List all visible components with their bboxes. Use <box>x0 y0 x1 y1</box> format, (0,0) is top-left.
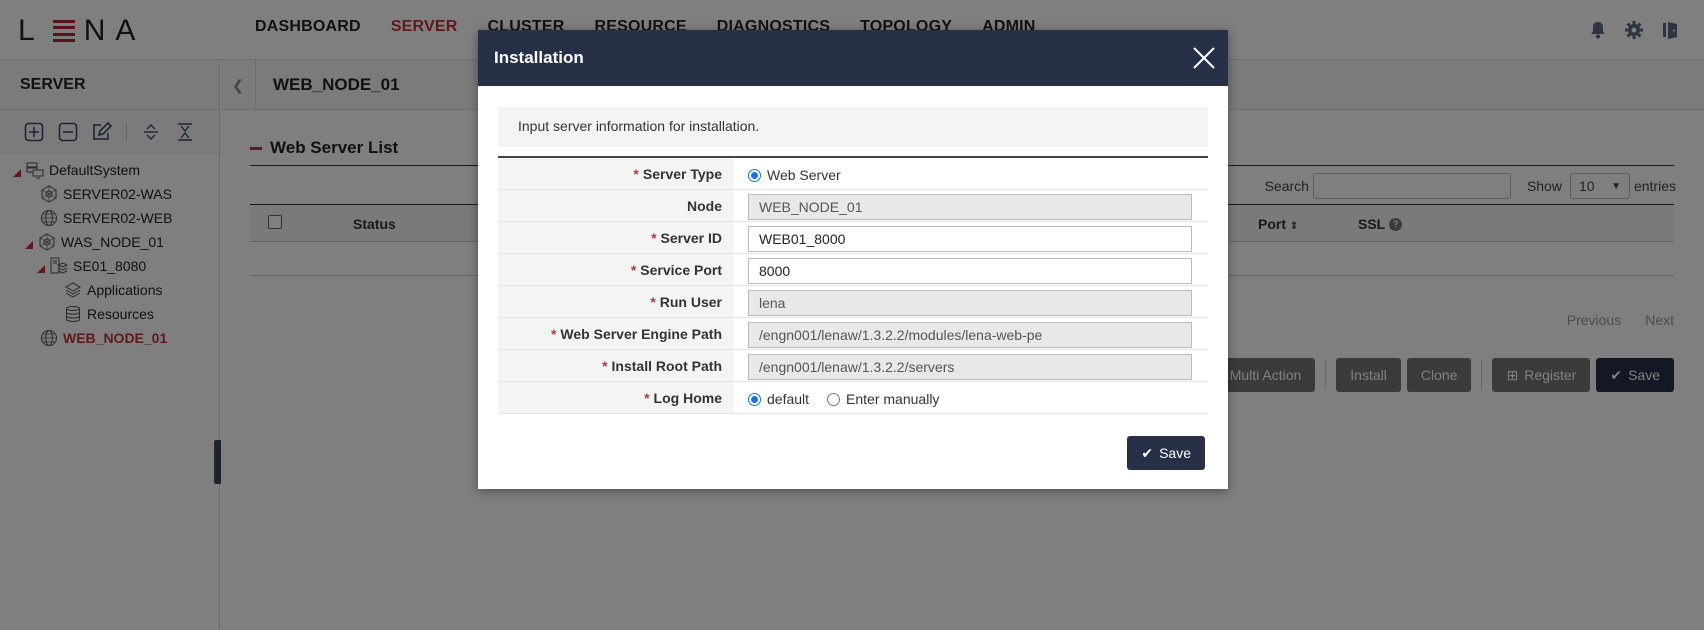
field-value: Web Server <box>734 158 1208 189</box>
server-type-radio-web[interactable]: Web Server <box>748 167 841 183</box>
form-row-server-id: * Server ID WEB01_8000 <box>498 222 1208 254</box>
form-row-engine-path: * Web Server Engine Path /engn001/lenaw/1… <box>498 318 1208 350</box>
field-value: /engn001/lenaw/1.3.2.2/modules/lena-web-… <box>734 318 1208 349</box>
log-home-radio-manual[interactable]: Enter manually <box>827 391 939 407</box>
field-value: WEB_NODE_01 <box>734 190 1208 221</box>
form-row-run-user: * Run User lena <box>498 286 1208 318</box>
field-value: /engn001/lenaw/1.3.2.2/servers <box>734 350 1208 381</box>
required-mark: * <box>651 230 657 246</box>
installation-modal: Installation Input server information fo… <box>478 30 1228 489</box>
field-value: WEB01_8000 <box>734 222 1208 253</box>
run-user-label: Run User <box>659 294 722 310</box>
required-mark: * <box>550 326 557 342</box>
form-row-log-home: * Log Home default Enter manually <box>498 382 1208 414</box>
server-id-input[interactable]: WEB01_8000 <box>748 226 1192 252</box>
radio-unselected-icon <box>827 392 841 406</box>
modal-save-button[interactable]: ✔ Save <box>1127 436 1205 470</box>
required-mark: * <box>630 262 637 278</box>
service-port-input[interactable]: 8000 <box>748 258 1192 284</box>
install-root-label: Install Root Path <box>611 358 722 374</box>
service-port-label: Service Port <box>640 262 722 278</box>
field-value: default Enter manually <box>734 382 1208 413</box>
radio-label: Web Server <box>767 167 841 183</box>
required-mark: * <box>633 166 639 182</box>
close-icon[interactable] <box>1192 46 1216 70</box>
server-id-label: Server ID <box>660 230 722 246</box>
modal-header: Installation <box>478 30 1228 86</box>
modal-notice: Input server information for installatio… <box>498 107 1208 147</box>
run-user-field: lena <box>748 290 1192 316</box>
modal-save-label: Save <box>1159 445 1191 461</box>
field-value: lena <box>734 286 1208 317</box>
field-label: * Server ID <box>498 222 734 253</box>
field-label: * Web Server Engine Path <box>498 318 734 349</box>
radio-selected-icon <box>748 392 761 406</box>
field-label: * Log Home <box>498 382 734 413</box>
node-label: Node <box>687 198 722 214</box>
radio-selected-icon <box>748 168 761 182</box>
required-mark: * <box>644 390 650 406</box>
required-mark: * <box>650 294 656 310</box>
form-row-node: Node WEB_NODE_01 <box>498 190 1208 222</box>
field-label: * Run User <box>498 286 734 317</box>
radio-label: Enter manually <box>846 391 940 407</box>
form-row-server-type: * Server Type Web Server <box>498 158 1208 190</box>
required-mark: * <box>602 358 608 374</box>
field-label: Node <box>498 190 734 221</box>
field-value: 8000 <box>734 254 1208 285</box>
install-root-field: /engn001/lenaw/1.3.2.2/servers <box>748 354 1192 380</box>
radio-label: default <box>767 391 810 407</box>
node-field: WEB_NODE_01 <box>748 194 1192 220</box>
field-label: * Server Type <box>498 158 734 189</box>
form-row-install-root: * Install Root Path /engn001/lenaw/1.3.2.… <box>498 350 1208 382</box>
field-label: * Service Port <box>498 254 734 285</box>
modal-title: Installation <box>494 48 584 67</box>
log-home-label: Log Home <box>653 390 722 406</box>
check-icon: ✔ <box>1141 444 1154 461</box>
server-type-label: Server Type <box>642 166 722 182</box>
engine-path-label: Web Server Engine Path <box>560 326 722 342</box>
engine-path-field: /engn001/lenaw/1.3.2.2/modules/lena-web-… <box>748 322 1192 348</box>
install-form: * Server Type Web Server Node WEB_NODE_01… <box>498 156 1208 414</box>
log-home-radio-default[interactable]: default <box>748 391 809 407</box>
form-row-service-port: * Service Port 8000 <box>498 254 1208 286</box>
field-label: * Install Root Path <box>498 350 734 381</box>
